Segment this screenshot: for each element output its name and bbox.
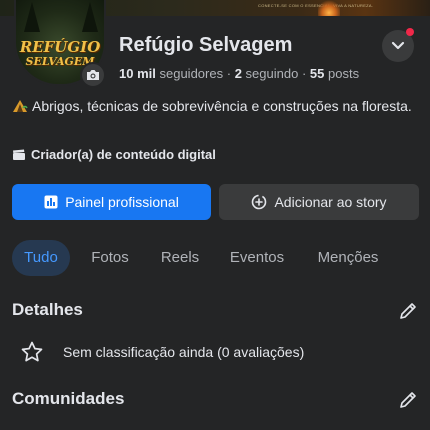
avatar-logo-line1: REFÚGIO [19, 38, 101, 56]
stats-separator: · [226, 66, 232, 81]
stats-separator: · [301, 66, 307, 81]
camera-icon [87, 70, 99, 80]
bar-chart-icon [44, 195, 58, 209]
details-title: Detalhes [12, 300, 83, 319]
profile-tabs: Tudo Fotos Reels Eventos Menções [12, 240, 422, 276]
posts-label: posts [328, 66, 360, 81]
notification-dot [406, 28, 414, 36]
pencil-icon [400, 303, 416, 319]
add-to-story-label: Adicionar ao story [274, 194, 387, 210]
communities-title: Comunidades [12, 389, 125, 408]
edit-details-button[interactable] [398, 301, 418, 321]
page-category: Criador(a) de conteúdo digital [12, 147, 216, 162]
tab-mencoes[interactable]: Menções [308, 240, 388, 276]
professional-dashboard-label: Painel profissional [65, 194, 179, 210]
tab-tudo[interactable]: Tudo [12, 240, 70, 276]
category-label: Criador(a) de conteúdo digital [31, 147, 216, 162]
cover-tagline: CONECTE-SE COM O ESSENCIAL. VIVA A NATUR… [258, 3, 374, 8]
followers-label[interactable]: seguidores [159, 66, 223, 81]
avatar-tree-left [24, 2, 40, 32]
bio: Abrigos, técnicas de sobrevivência e con… [12, 96, 412, 116]
pencil-icon [400, 392, 416, 408]
change-photo-button[interactable] [80, 62, 106, 88]
chevron-down-icon [391, 41, 405, 50]
posts-count: 55 [309, 66, 325, 81]
add-circle-icon [252, 194, 267, 210]
professional-dashboard-button[interactable]: Painel profissional [12, 184, 211, 220]
following-label[interactable]: seguindo [246, 66, 299, 81]
following-count[interactable]: 2 [235, 66, 242, 81]
tab-eventos[interactable]: Eventos [220, 240, 294, 276]
bio-text: Abrigos, técnicas de sobrevivência e con… [32, 98, 412, 114]
profile-stats: 10 mil seguidores · 2 seguindo · 55 post… [119, 66, 359, 81]
rating-text: Sem classificação ainda (0 avaliações) [63, 344, 305, 360]
page-name: Refúgio Selvagem [119, 34, 293, 56]
tab-fotos[interactable]: Fotos [82, 240, 138, 276]
avatar-tree-right [82, 2, 98, 32]
camp-icon [12, 98, 28, 112]
followers-count[interactable]: 10 mil [119, 66, 156, 81]
edit-communities-button[interactable] [398, 390, 418, 410]
add-to-story-button[interactable]: Adicionar ao story [219, 184, 419, 220]
tab-reels[interactable]: Reels [152, 240, 208, 276]
cover-fire-glow [318, 0, 340, 16]
rating-row[interactable]: Sem classificação ainda (0 avaliações) [20, 340, 304, 364]
star-icon [21, 341, 43, 362]
clapperboard-icon [13, 149, 25, 160]
